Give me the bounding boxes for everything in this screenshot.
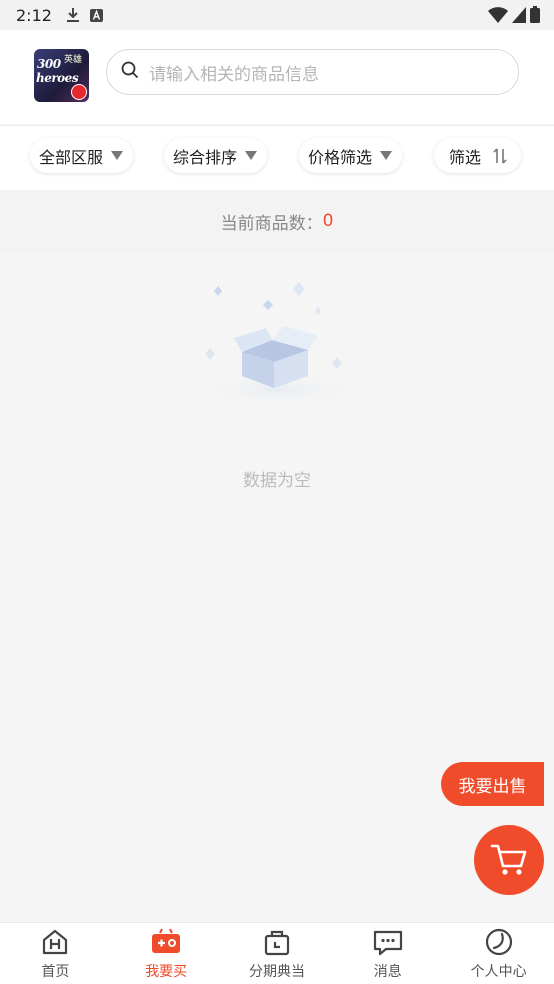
search-icon <box>121 61 139 83</box>
triangle-down-icon <box>380 151 393 160</box>
bottom-tab-bar: 首页 我要买 分期典当 消息 个人中心 <box>0 922 554 984</box>
sort-arrows-icon <box>493 147 507 165</box>
tab-installment[interactable]: 分期典当 <box>222 923 333 984</box>
filter-bar: 全部区服 综合排序 价格筛选 筛选 <box>0 125 554 190</box>
tab-buy-label: 我要买 <box>145 964 188 980</box>
filter-price[interactable]: 价格筛选 <box>299 138 403 173</box>
tab-profile[interactable]: 个人中心 <box>443 923 554 984</box>
battery-icon <box>530 6 540 27</box>
search-placeholder: 请输入相关的商品信息 <box>149 64 319 85</box>
home-icon <box>40 927 70 957</box>
tab-messages[interactable]: 消息 <box>332 923 443 984</box>
tab-installment-label: 分期典当 <box>248 964 305 980</box>
tab-home[interactable]: 首页 <box>0 923 111 984</box>
logo-text-number: 300 <box>37 57 61 71</box>
tab-messages-label: 消息 <box>373 964 402 980</box>
filter-more[interactable]: 筛选 <box>434 138 522 173</box>
top-header: 300 heroes 英雄 请输入相关的商品信息 <box>0 30 554 124</box>
empty-box-icon <box>188 280 366 410</box>
filter-server[interactable]: 全部区服 <box>30 138 134 173</box>
font-a-icon <box>89 8 103 22</box>
logo-text-heroes: heroes <box>36 71 79 85</box>
signal-icon <box>512 6 526 27</box>
product-count-label: 当前商品数： <box>220 213 323 234</box>
message-icon <box>372 927 404 957</box>
cart-icon <box>490 843 528 877</box>
status-time: 2:12 <box>16 5 52 25</box>
gamepad-icon <box>150 927 182 957</box>
search-input[interactable]: 请输入相关的商品信息 <box>106 49 519 95</box>
app-logo[interactable]: 300 heroes 英雄 <box>34 49 89 102</box>
filter-more-label: 筛选 <box>449 147 482 167</box>
filter-sort[interactable]: 综合排序 <box>164 138 268 173</box>
logo-badge <box>71 84 87 100</box>
product-count: 当前商品数： 0 <box>0 190 554 252</box>
leaf-icon <box>484 927 514 957</box>
triangle-down-icon <box>245 151 258 160</box>
tab-buy[interactable]: 我要买 <box>111 923 222 984</box>
wifi-icon <box>488 6 508 27</box>
logo-text-cn: 英雄 <box>64 55 83 65</box>
filter-sort-label: 综合排序 <box>173 147 238 167</box>
cart-button[interactable] <box>474 825 544 895</box>
empty-state-text: 数据为空 <box>243 471 311 491</box>
product-count-value: 0 <box>322 211 334 231</box>
tab-profile-label: 个人中心 <box>470 964 527 980</box>
triangle-down-icon <box>111 151 124 160</box>
tab-home-label: 首页 <box>41 964 70 980</box>
status-bar: 2:12 <box>0 0 554 30</box>
filter-server-label: 全部区服 <box>39 147 104 167</box>
filter-price-label: 价格筛选 <box>308 147 373 167</box>
sell-button[interactable]: 我要出售 <box>441 762 544 806</box>
download-icon <box>66 7 80 23</box>
bag-icon <box>262 927 292 957</box>
